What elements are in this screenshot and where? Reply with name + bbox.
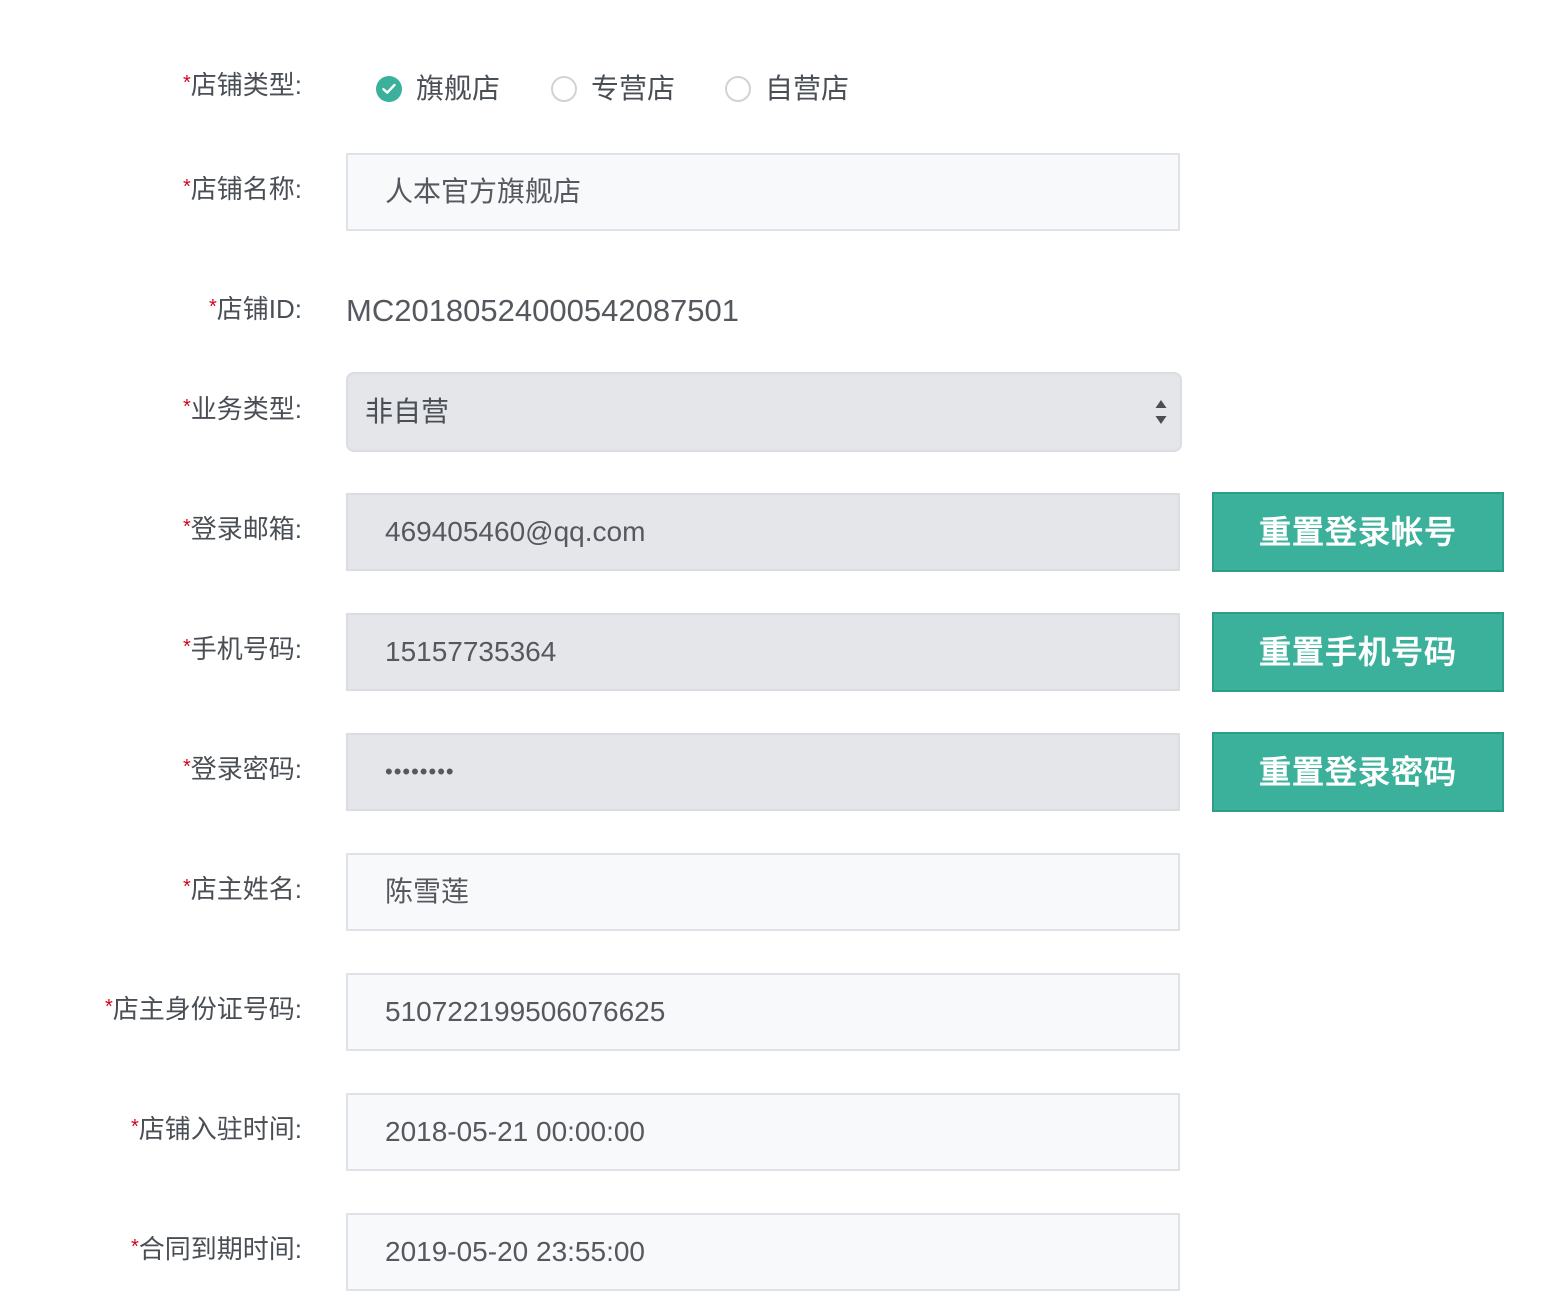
business-type-selected-value: 非自营 <box>365 396 450 427</box>
store-id-value: MC20180524000542087501 <box>346 293 740 328</box>
radio-unchecked-icon <box>725 76 751 102</box>
owner-name-label: *店主姓名: <box>182 874 302 904</box>
store-id-label: *店铺ID: <box>208 294 302 324</box>
business-type-select[interactable]: 非自营 <box>346 372 1182 452</box>
radio-self-operated-label: 自营店 <box>765 73 850 104</box>
required-mark: * <box>182 756 191 778</box>
owner-id-card-input[interactable]: 510722199506076625 <box>346 973 1180 1051</box>
store-name-input[interactable]: 人本官方旗舰店 <box>346 153 1180 231</box>
required-mark: * <box>182 876 191 898</box>
radio-checked-icon <box>376 76 402 102</box>
radio-franchise-label: 专营店 <box>591 73 676 104</box>
radio-unchecked-icon <box>551 76 577 102</box>
settle-time-input[interactable]: 2018-05-21 00:00:00 <box>346 1093 1180 1171</box>
required-mark: * <box>182 72 191 94</box>
reset-password-button[interactable]: 重置登录密码 <box>1212 732 1504 812</box>
required-mark: * <box>182 396 191 418</box>
required-mark: * <box>130 1116 139 1138</box>
settle-time-label: *店铺入驻时间: <box>130 1114 302 1144</box>
business-type-label: *业务类型: <box>182 394 302 424</box>
password-label: *登录密码: <box>182 754 302 784</box>
required-mark: * <box>182 516 191 538</box>
contract-expire-input[interactable]: 2019-05-20 23:55:00 <box>346 1213 1180 1291</box>
owner-name-input[interactable]: 陈雪莲 <box>346 853 1180 931</box>
store-name-label: *店铺名称: <box>182 174 302 204</box>
required-mark: * <box>130 1236 139 1258</box>
reset-login-account-button[interactable]: 重置登录帐号 <box>1212 492 1504 572</box>
select-arrows-icon <box>1155 400 1167 424</box>
radio-flagship-label: 旗舰店 <box>416 73 501 104</box>
required-mark: * <box>208 296 217 318</box>
reset-phone-button[interactable]: 重置手机号码 <box>1212 612 1504 692</box>
required-mark: * <box>104 996 113 1018</box>
required-mark: * <box>182 636 191 658</box>
login-email-input: 469405460@qq.com <box>346 493 1180 571</box>
required-mark: * <box>182 176 191 198</box>
login-email-label: *登录邮箱: <box>182 514 302 544</box>
password-input: •••••••• <box>346 733 1180 811</box>
owner-id-card-label: *店主身份证号码: <box>104 994 302 1024</box>
store-type-label: *店铺类型: <box>182 70 302 100</box>
phone-label: *手机号码: <box>182 634 302 664</box>
phone-input: 15157735364 <box>346 613 1180 691</box>
contract-expire-label: *合同到期时间: <box>130 1234 302 1264</box>
